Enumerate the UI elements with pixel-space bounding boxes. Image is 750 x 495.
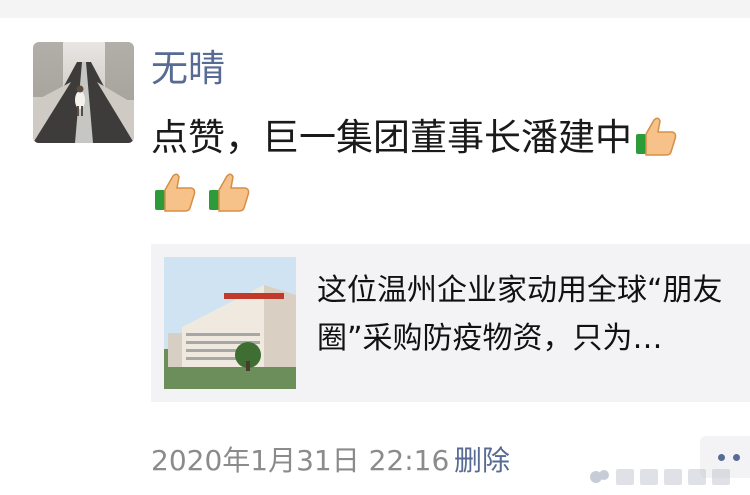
thumbs-row bbox=[151, 166, 750, 222]
top-divider-bar bbox=[0, 0, 750, 18]
thumbs-up-icon bbox=[209, 173, 250, 212]
link-title: 这位温州企业家动用全球“朋友圈”采购防疫物资，只为… bbox=[317, 273, 723, 356]
shared-link-card[interactable]: 这位温州企业家动用全球“朋友圈”采购防疫物资，只为… bbox=[151, 244, 750, 402]
watermark-image bbox=[586, 459, 750, 495]
wechat-watermark-mark bbox=[590, 469, 730, 485]
company-building-thumbnail bbox=[164, 257, 296, 389]
post-text: 点赞，巨一集团董事长潘建中 bbox=[151, 110, 750, 222]
thumbs-up-icon bbox=[155, 173, 196, 212]
post-timestamp: 2020年1月31日 22:16 bbox=[151, 444, 450, 477]
delete-link[interactable]: 删除 bbox=[454, 443, 510, 479]
post-text-line: 点赞，巨一集团董事长潘建中 bbox=[151, 116, 632, 159]
moments-post: 无晴 点赞，巨一集团董事长潘建中 这位温州企业家动用全球“朋友圈”采购防疫物资，… bbox=[0, 18, 750, 485]
thumbs-up-icon bbox=[636, 117, 677, 156]
avatar[interactable] bbox=[33, 42, 134, 143]
link-thumbnail bbox=[164, 257, 296, 389]
username[interactable]: 无晴 bbox=[151, 46, 225, 92]
avatar-road-image bbox=[33, 42, 134, 143]
